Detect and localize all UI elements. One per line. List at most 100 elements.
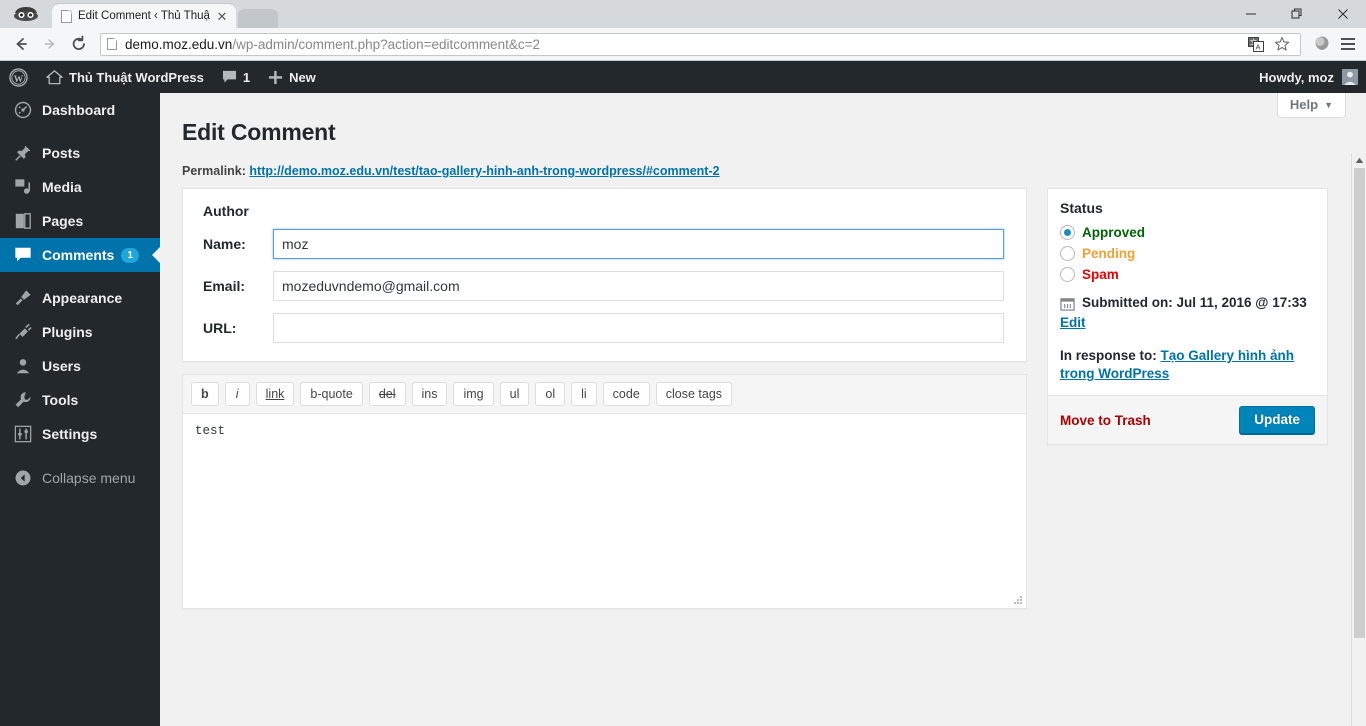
quicktag-ol[interactable]: ol [535, 382, 566, 406]
update-button[interactable]: Update [1239, 406, 1315, 434]
collapse-menu-label: Collapse menu [42, 470, 136, 486]
status-box-inner: Approved Pending Spam Submitted on: Jul … [1048, 225, 1327, 395]
sidebar-item-label: Comments [42, 247, 115, 263]
radio-approved[interactable] [1060, 225, 1075, 240]
move-to-trash-link[interactable]: Move to Trash [1060, 413, 1151, 428]
comments-count-label: 1 [242, 69, 251, 85]
page-title: Edit Comment [182, 119, 336, 145]
scrollbar-thumb[interactable] [1354, 168, 1365, 638]
paintbrush-icon [13, 289, 33, 307]
window-close-button[interactable] [1320, 0, 1366, 28]
quicktag-ul[interactable]: ul [499, 382, 530, 406]
star-icon[interactable] [1269, 34, 1294, 55]
sidebar-item-label: Settings [42, 426, 98, 442]
status-option-pending[interactable]: Pending [1060, 246, 1315, 261]
quicktag-bquote[interactable]: b-quote [300, 382, 363, 406]
site-name-menu[interactable]: Thủ Thuật WordPress [37, 61, 213, 93]
calendar-icon [1060, 296, 1076, 314]
admin-wrap: Dashboard Posts Media Pages Comments 1 A… [0, 93, 1366, 726]
status-option-approved[interactable]: Approved [1060, 225, 1315, 240]
status-label-pending: Pending [1082, 246, 1136, 261]
menu-separator [0, 127, 160, 136]
address-bar[interactable]: demo.moz.edu.vn /wp-admin/comment.php?ac… [100, 32, 1301, 56]
quicktag-ins[interactable]: ins [411, 382, 448, 406]
sidebar-item-comments[interactable]: Comments 1 [0, 238, 160, 272]
comment-bubble-icon [222, 70, 236, 83]
author-url-input[interactable] [273, 313, 1004, 343]
scrollbar-up-arrow[interactable] [1352, 153, 1366, 168]
browser-tab-active[interactable]: Edit Comment ‹ Thủ Thuậ ✕ [52, 4, 236, 28]
edit-date-link[interactable]: Edit [1060, 315, 1086, 330]
sidebar-item-settings[interactable]: Settings [0, 417, 160, 451]
sidebar-item-dashboard[interactable]: Dashboard [0, 93, 160, 127]
comments-bubble-menu[interactable]: 1 [213, 61, 259, 93]
back-button[interactable] [6, 30, 35, 59]
browser-toolbar: demo.moz.edu.vn /wp-admin/comment.php?ac… [0, 28, 1366, 61]
translate-icon[interactable]: 文 A [1243, 34, 1268, 55]
sidebar-item-label: Media [42, 179, 82, 195]
permalink-label: Permalink: [182, 164, 246, 178]
plus-icon [269, 70, 283, 84]
profile-icon[interactable] [1309, 32, 1334, 57]
menu-separator [0, 272, 160, 281]
in-response-to-row: In response to: Tạo Gallery hình ảnh tro… [1060, 347, 1315, 383]
reload-button[interactable] [64, 30, 93, 59]
status-box: Status Approved Pending Spam Submitted o… [1047, 188, 1328, 445]
author-email-input[interactable] [273, 271, 1004, 301]
status-label-approved: Approved [1082, 225, 1146, 240]
permalink-link[interactable]: http://demo.moz.edu.vn/test/tao-gallery-… [249, 164, 719, 178]
sidebar-item-tools[interactable]: Tools [0, 383, 160, 417]
quicktag-italic[interactable]: i [224, 382, 250, 406]
submitted-on-row: Submitted on: Jul 11, 2016 @ 17:33 [1060, 295, 1315, 314]
sidebar-item-media[interactable]: Media [0, 170, 160, 204]
comment-editor-panel: b i link b-quote del ins img ul ol li code close ta… [182, 374, 1027, 609]
pin-icon [13, 144, 33, 162]
radio-spam[interactable] [1060, 267, 1075, 282]
quicktag-li[interactable]: li [571, 382, 597, 406]
new-tab-button[interactable] [237, 9, 278, 28]
window-restore-button[interactable] [1274, 0, 1320, 28]
sidebar-item-appearance[interactable]: Appearance [0, 281, 160, 315]
howdy-label: Howdy, moz [1259, 69, 1334, 85]
incognito-icon [0, 0, 52, 28]
sidebar-item-posts[interactable]: Posts [0, 136, 160, 170]
sliders-icon [13, 425, 33, 443]
svg-text:A: A [1255, 42, 1260, 51]
sidebar-item-plugins[interactable]: Plugins [0, 315, 160, 349]
help-label: Help [1289, 97, 1319, 112]
collapse-menu-button[interactable]: Collapse menu [0, 461, 160, 495]
my-account-menu[interactable]: Howdy, moz [1259, 69, 1366, 85]
author-name-label: Name: [203, 236, 246, 252]
help-tab-button[interactable]: Help ▼ [1276, 93, 1346, 118]
radio-pending[interactable] [1060, 246, 1075, 261]
quicktag-bold[interactable]: b [191, 382, 219, 406]
site-name-label: Thủ Thuật WordPress [69, 69, 204, 85]
permalink-row: Permalink: http://demo.moz.edu.vn/test/t… [160, 146, 1366, 178]
author-url-row: URL: [195, 313, 1014, 343]
quicktag-link[interactable]: link [255, 382, 295, 406]
comment-bubble-icon [13, 246, 33, 264]
quicktag-img[interactable]: img [453, 382, 494, 406]
security-page-icon [107, 38, 117, 50]
admin-content: Help ▼ Edit Comment Permalink: http://de… [160, 93, 1366, 726]
user-icon [13, 357, 33, 375]
window-controls [1228, 0, 1366, 28]
status-option-spam[interactable]: Spam [1060, 267, 1315, 282]
quicktag-del[interactable]: del [368, 382, 406, 406]
wp-logo-menu[interactable]: W [0, 61, 37, 93]
author-email-row: Email: [195, 271, 1014, 301]
tab-close-icon[interactable]: ✕ [214, 8, 230, 24]
avatar [1342, 69, 1358, 85]
page-scrollbar[interactable] [1351, 153, 1366, 726]
quicktag-code[interactable]: code [602, 382, 650, 406]
forward-button[interactable] [35, 30, 64, 59]
hamburger-menu-icon[interactable] [1335, 32, 1360, 57]
new-content-menu[interactable]: New [259, 61, 325, 93]
author-name-input[interactable] [273, 229, 1004, 259]
comment-content-textarea[interactable] [183, 414, 1026, 608]
window-minimize-button[interactable] [1228, 0, 1274, 28]
sidebar-item-pages[interactable]: Pages [0, 204, 160, 238]
sidebar-item-users[interactable]: Users [0, 349, 160, 383]
quicktag-close-tags[interactable]: close tags [655, 382, 733, 406]
author-panel: Author Name: Email: URL: [182, 188, 1027, 362]
